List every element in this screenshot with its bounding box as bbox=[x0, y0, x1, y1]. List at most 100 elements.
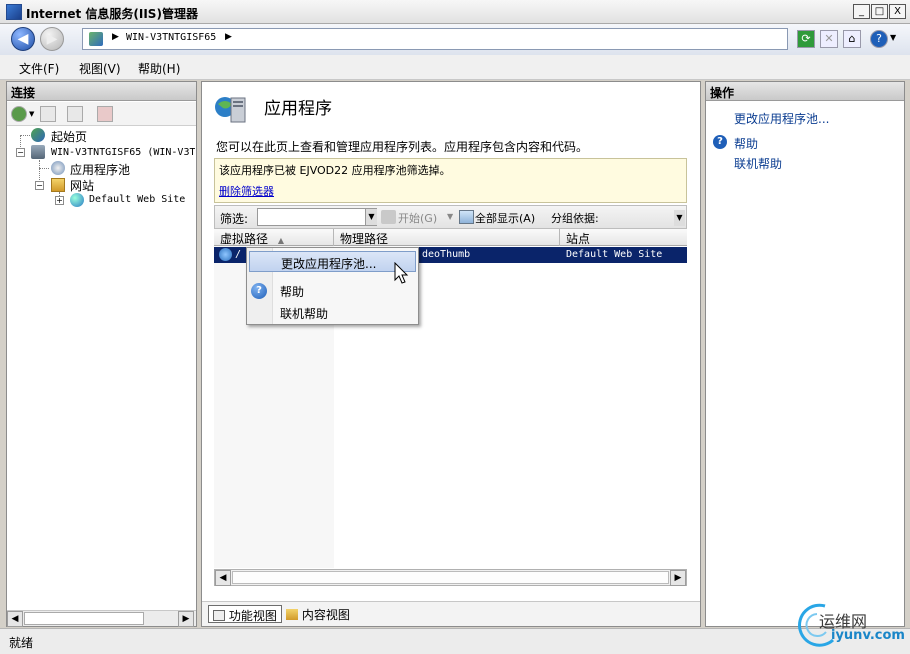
minimize-button[interactable]: _ bbox=[853, 4, 870, 19]
scroll-thumb[interactable] bbox=[24, 612, 144, 625]
back-button[interactable]: ◀ bbox=[11, 27, 35, 51]
context-item-online-help[interactable]: 联机帮助 bbox=[280, 305, 328, 322]
content-panel: 应用程序 您可以在此页上查看和管理应用程序列表。应用程序包含内容和代码。 该应用… bbox=[201, 81, 701, 627]
remove-filter-link[interactable]: 删除筛选器 bbox=[219, 183, 274, 199]
applications-icon bbox=[215, 97, 246, 123]
show-all-button[interactable]: 全部显示(A) bbox=[475, 210, 535, 226]
column-virtual-path[interactable]: 虚拟路径 ▲ bbox=[214, 229, 334, 246]
address-bar[interactable]: ▶ WIN-V3TNTGISF65 ▶ bbox=[82, 28, 788, 50]
website-globe-icon bbox=[70, 193, 84, 207]
content-view-icon bbox=[286, 609, 298, 620]
server-icon bbox=[89, 32, 103, 46]
maximize-button[interactable]: □ bbox=[871, 4, 888, 19]
cell-virtual-path: / bbox=[235, 249, 242, 260]
status-bar: 就绪 bbox=[0, 628, 910, 654]
arrow-right-icon: ▶ bbox=[46, 31, 58, 47]
connections-toolbar: ▼ bbox=[7, 102, 196, 126]
page-description: 您可以在此页上查看和管理应用程序列表。应用程序包含内容和代码。 bbox=[216, 140, 589, 154]
filter-label: 筛选: bbox=[220, 212, 249, 226]
context-item-change-app-pool[interactable]: 更改应用程序池... bbox=[249, 251, 416, 272]
scroll-left-icon[interactable]: ◀ bbox=[7, 611, 23, 627]
actions-panel: 操作 更改应用程序池... ? 帮助 联机帮助 bbox=[705, 81, 905, 627]
menu-file[interactable]: 文件(F) bbox=[19, 60, 59, 77]
filter-toolbar: 筛选: ▼ 开始(G) ▼ 全部显示(A) 分组依据: ▼ bbox=[214, 205, 687, 229]
address-separator-icon: ▶ bbox=[112, 32, 119, 42]
server-node-icon bbox=[31, 145, 45, 159]
address-separator-icon[interactable]: ▶ bbox=[225, 32, 232, 42]
home-icon[interactable]: ⌂ bbox=[843, 30, 861, 48]
tree-item-start-page[interactable]: 起始页 bbox=[51, 128, 87, 145]
tree-item-sites[interactable]: 网站 bbox=[70, 177, 94, 194]
action-help[interactable]: 帮助 bbox=[734, 135, 758, 152]
menu-bar: 文件(F) 视图(V) 帮助(H) bbox=[0, 55, 910, 80]
sites-folder-icon bbox=[51, 178, 65, 192]
list-header: 虚拟路径 ▲ 物理路径 站点 bbox=[214, 229, 687, 246]
tab-content-view[interactable]: 内容视图 bbox=[282, 605, 354, 623]
start-page-icon bbox=[31, 128, 45, 142]
title-bar: Internet 信息服务(IIS)管理器 _ □ X bbox=[0, 0, 910, 24]
tree-collapse-icon[interactable]: − bbox=[16, 148, 25, 157]
start-filter-button[interactable]: 开始(G) bbox=[398, 210, 437, 226]
actions-header: 操作 bbox=[706, 82, 904, 101]
tree-item-app-pools[interactable]: 应用程序池 bbox=[70, 161, 130, 178]
menu-help[interactable]: 帮助(H) bbox=[138, 60, 180, 77]
disconnect-icon[interactable] bbox=[97, 106, 113, 122]
scroll-right-icon[interactable]: ▶ bbox=[670, 570, 686, 586]
help-icon: ? bbox=[251, 283, 267, 299]
help-icon: ? bbox=[713, 135, 727, 149]
list-hscroll[interactable]: ◀ ▶ bbox=[214, 569, 687, 586]
close-button[interactable]: X bbox=[889, 4, 906, 19]
group-by-label[interactable]: 分组依据: bbox=[551, 210, 599, 226]
binoculars-icon bbox=[381, 210, 396, 224]
tree-collapse-icon[interactable]: − bbox=[35, 181, 44, 190]
arrow-left-icon: ◀ bbox=[17, 31, 29, 47]
iis-app-icon bbox=[6, 4, 22, 20]
scroll-left-icon[interactable]: ◀ bbox=[215, 570, 231, 586]
scroll-right-icon[interactable]: ▶ bbox=[178, 611, 194, 627]
tree-guide bbox=[20, 135, 30, 136]
action-change-app-pool[interactable]: 更改应用程序池... bbox=[734, 110, 829, 127]
connect-icon[interactable] bbox=[11, 106, 27, 122]
filter-input[interactable] bbox=[257, 208, 377, 226]
tree-item-default-site[interactable]: Default Web Site bbox=[89, 194, 185, 205]
refresh-icon[interactable]: ⟳ bbox=[797, 30, 815, 48]
watermark-logo: 运维网 iyunv.com bbox=[795, 598, 907, 652]
start-dropdown-icon[interactable]: ▼ bbox=[447, 212, 453, 221]
help-button[interactable]: ? bbox=[870, 30, 888, 48]
filter-notice-text: 该应用程序已被 EJVOD22 应用程序池筛选掉。 bbox=[219, 164, 451, 177]
status-text: 就绪 bbox=[9, 636, 34, 650]
context-menu: 更改应用程序池... ? 帮助 联机帮助 bbox=[246, 247, 419, 325]
sort-ascending-icon: ▲ bbox=[277, 236, 284, 245]
filter-dropdown-icon[interactable]: ▼ bbox=[365, 209, 377, 225]
window-title: Internet 信息服务(IIS)管理器 bbox=[26, 7, 198, 21]
connections-hscroll[interactable]: ◀ ▶ bbox=[7, 610, 196, 627]
connections-header: 连接 bbox=[7, 82, 196, 101]
toolbar-overflow-icon[interactable]: ▼ bbox=[674, 210, 685, 226]
filter-notice: 该应用程序已被 EJVOD22 应用程序池筛选掉。 删除筛选器 bbox=[214, 158, 687, 203]
menu-view[interactable]: 视图(V) bbox=[79, 60, 121, 77]
tree-item-server[interactable]: WIN-V3TNTGISF65 (WIN-V3T bbox=[51, 147, 195, 158]
stop-icon[interactable]: ✕ bbox=[820, 30, 838, 48]
connections-panel: 连接 ▼ 起始页 − WIN-V3TNTGISF65 (WIN-V3T 应用程序… bbox=[6, 81, 197, 627]
column-physical-path[interactable]: 物理路径 bbox=[334, 229, 560, 246]
mouse-cursor-icon bbox=[394, 262, 409, 284]
up-level-icon[interactable] bbox=[67, 106, 83, 122]
connect-dropdown-icon[interactable]: ▼ bbox=[29, 110, 34, 118]
address-segment-server[interactable]: WIN-V3TNTGISF65 bbox=[126, 32, 216, 43]
help-dropdown-icon[interactable]: ▼ bbox=[890, 33, 896, 42]
column-site[interactable]: 站点 bbox=[560, 229, 687, 246]
forward-button[interactable]: ▶ bbox=[40, 27, 64, 51]
view-switcher: 功能视图 内容视图 bbox=[202, 601, 700, 626]
context-item-help[interactable]: 帮助 bbox=[280, 283, 304, 300]
navigation-bar: ◀ ▶ ▶ WIN-V3TNTGISF65 ▶ ⟳ ✕ ⌂ ? ▼ bbox=[0, 24, 910, 55]
action-online-help[interactable]: 联机帮助 bbox=[734, 155, 782, 172]
tree-guide bbox=[39, 168, 49, 169]
scroll-thumb[interactable] bbox=[232, 571, 669, 584]
application-icon bbox=[219, 248, 232, 261]
show-all-icon bbox=[459, 210, 474, 224]
tab-features-view[interactable]: 功能视图 bbox=[208, 605, 282, 623]
tree-expand-icon[interactable]: + bbox=[55, 196, 64, 205]
cell-site: Default Web Site bbox=[566, 249, 663, 260]
save-icon[interactable] bbox=[40, 106, 56, 122]
page-title: 应用程序 bbox=[264, 99, 332, 119]
